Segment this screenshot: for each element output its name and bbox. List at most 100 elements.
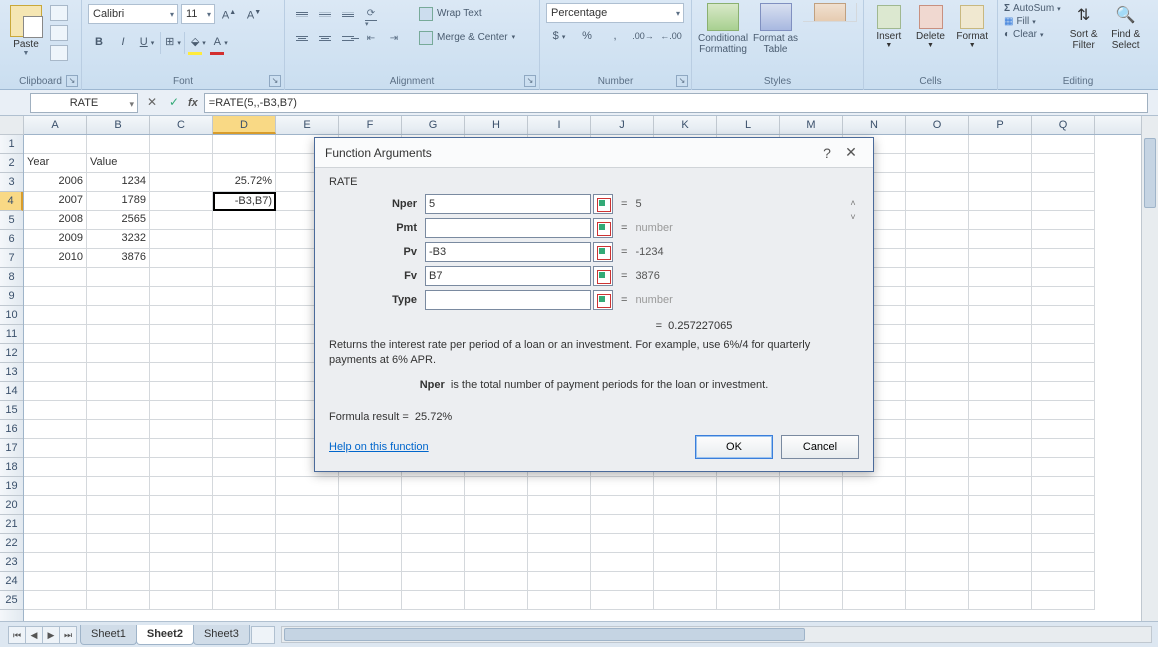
- cell[interactable]: [1032, 458, 1095, 477]
- cell[interactable]: [780, 477, 843, 496]
- cell[interactable]: [906, 458, 969, 477]
- cell[interactable]: [780, 515, 843, 534]
- cell[interactable]: [969, 135, 1032, 154]
- align-bottom-button[interactable]: [337, 3, 359, 25]
- row-header[interactable]: 3: [0, 173, 23, 192]
- cell[interactable]: [654, 553, 717, 572]
- row-header[interactable]: 2: [0, 154, 23, 173]
- cell[interactable]: [906, 249, 969, 268]
- range-selector-button[interactable]: [593, 290, 613, 310]
- scroll-thumb[interactable]: [1144, 138, 1156, 208]
- cell[interactable]: [150, 534, 213, 553]
- cell[interactable]: [591, 553, 654, 572]
- cell[interactable]: [276, 553, 339, 572]
- cell[interactable]: [402, 553, 465, 572]
- cell[interactable]: [465, 496, 528, 515]
- cell[interactable]: [906, 534, 969, 553]
- cell[interactable]: [591, 496, 654, 515]
- cell[interactable]: [528, 534, 591, 553]
- cell[interactable]: [465, 572, 528, 591]
- cell[interactable]: [717, 591, 780, 610]
- cell[interactable]: [213, 154, 276, 173]
- cell[interactable]: [213, 515, 276, 534]
- cell[interactable]: [276, 534, 339, 553]
- cell[interactable]: [213, 420, 276, 439]
- help-link[interactable]: Help on this function: [329, 441, 429, 453]
- increase-decimal-button[interactable]: .00→: [630, 26, 656, 48]
- cell[interactable]: [717, 572, 780, 591]
- cell[interactable]: [150, 325, 213, 344]
- cell[interactable]: [906, 439, 969, 458]
- row-header[interactable]: 4: [0, 192, 23, 211]
- new-sheet-button[interactable]: [251, 626, 275, 644]
- cell[interactable]: [906, 591, 969, 610]
- cell[interactable]: [150, 287, 213, 306]
- cell[interactable]: [906, 477, 969, 496]
- cell[interactable]: 2007: [24, 192, 87, 211]
- cell[interactable]: [213, 363, 276, 382]
- cell[interactable]: [87, 306, 150, 325]
- clear-button[interactable]: ◐ Clear ▾: [1004, 29, 1061, 40]
- range-selector-button[interactable]: [593, 242, 613, 262]
- row-header[interactable]: 1: [0, 135, 23, 154]
- column-header[interactable]: H: [465, 116, 528, 134]
- cell[interactable]: [780, 534, 843, 553]
- cell[interactable]: [1032, 268, 1095, 287]
- align-right-button[interactable]: [337, 27, 359, 49]
- cell[interactable]: [87, 344, 150, 363]
- percent-button[interactable]: %: [574, 26, 600, 48]
- fill-color-button[interactable]: ⬙▾: [184, 32, 206, 54]
- dialog-launcher[interactable]: ↘: [66, 75, 78, 87]
- cell[interactable]: [24, 534, 87, 553]
- column-header[interactable]: L: [717, 116, 780, 134]
- cell[interactable]: [339, 515, 402, 534]
- cell[interactable]: [213, 230, 276, 249]
- align-left-button[interactable]: [291, 27, 313, 49]
- cell[interactable]: [87, 477, 150, 496]
- cell[interactable]: [528, 496, 591, 515]
- row-header[interactable]: 23: [0, 553, 23, 572]
- cell[interactable]: [1032, 173, 1095, 192]
- cell[interactable]: [906, 325, 969, 344]
- cell[interactable]: [402, 477, 465, 496]
- cell[interactable]: [1032, 420, 1095, 439]
- cell[interactable]: [906, 306, 969, 325]
- copy-button[interactable]: [50, 25, 68, 41]
- cell[interactable]: [24, 306, 87, 325]
- cell[interactable]: [654, 572, 717, 591]
- cell[interactable]: [24, 591, 87, 610]
- cell[interactable]: 1234: [87, 173, 150, 192]
- cell[interactable]: [87, 534, 150, 553]
- cell[interactable]: [906, 401, 969, 420]
- cell[interactable]: [24, 572, 87, 591]
- cell[interactable]: [1032, 382, 1095, 401]
- column-header[interactable]: D: [213, 116, 276, 134]
- name-box[interactable]: RATE: [30, 93, 138, 113]
- format-as-table-button[interactable]: Format as Table: [752, 3, 799, 55]
- cell[interactable]: [969, 325, 1032, 344]
- column-header[interactable]: M: [780, 116, 843, 134]
- cell[interactable]: [24, 401, 87, 420]
- cell[interactable]: Year: [24, 154, 87, 173]
- cell[interactable]: 2009: [24, 230, 87, 249]
- cell[interactable]: [150, 572, 213, 591]
- cell[interactable]: [150, 458, 213, 477]
- cell[interactable]: [213, 287, 276, 306]
- cell[interactable]: 3876: [87, 249, 150, 268]
- cell[interactable]: [24, 344, 87, 363]
- formula-input[interactable]: =RATE(5,,-B3,B7): [204, 93, 1148, 113]
- cell[interactable]: [1032, 211, 1095, 230]
- cell-styles-button[interactable]: Cell Styles: [803, 3, 857, 22]
- cell[interactable]: [654, 515, 717, 534]
- cell[interactable]: [969, 154, 1032, 173]
- column-header[interactable]: K: [654, 116, 717, 134]
- cell[interactable]: [213, 401, 276, 420]
- row-header[interactable]: 10: [0, 306, 23, 325]
- cell[interactable]: [969, 306, 1032, 325]
- cell[interactable]: [150, 363, 213, 382]
- arg-input[interactable]: 5: [425, 194, 591, 214]
- cell[interactable]: [402, 515, 465, 534]
- cell[interactable]: -B3,B7): [213, 192, 276, 211]
- cell[interactable]: [276, 496, 339, 515]
- fx-icon[interactable]: fx: [188, 97, 198, 109]
